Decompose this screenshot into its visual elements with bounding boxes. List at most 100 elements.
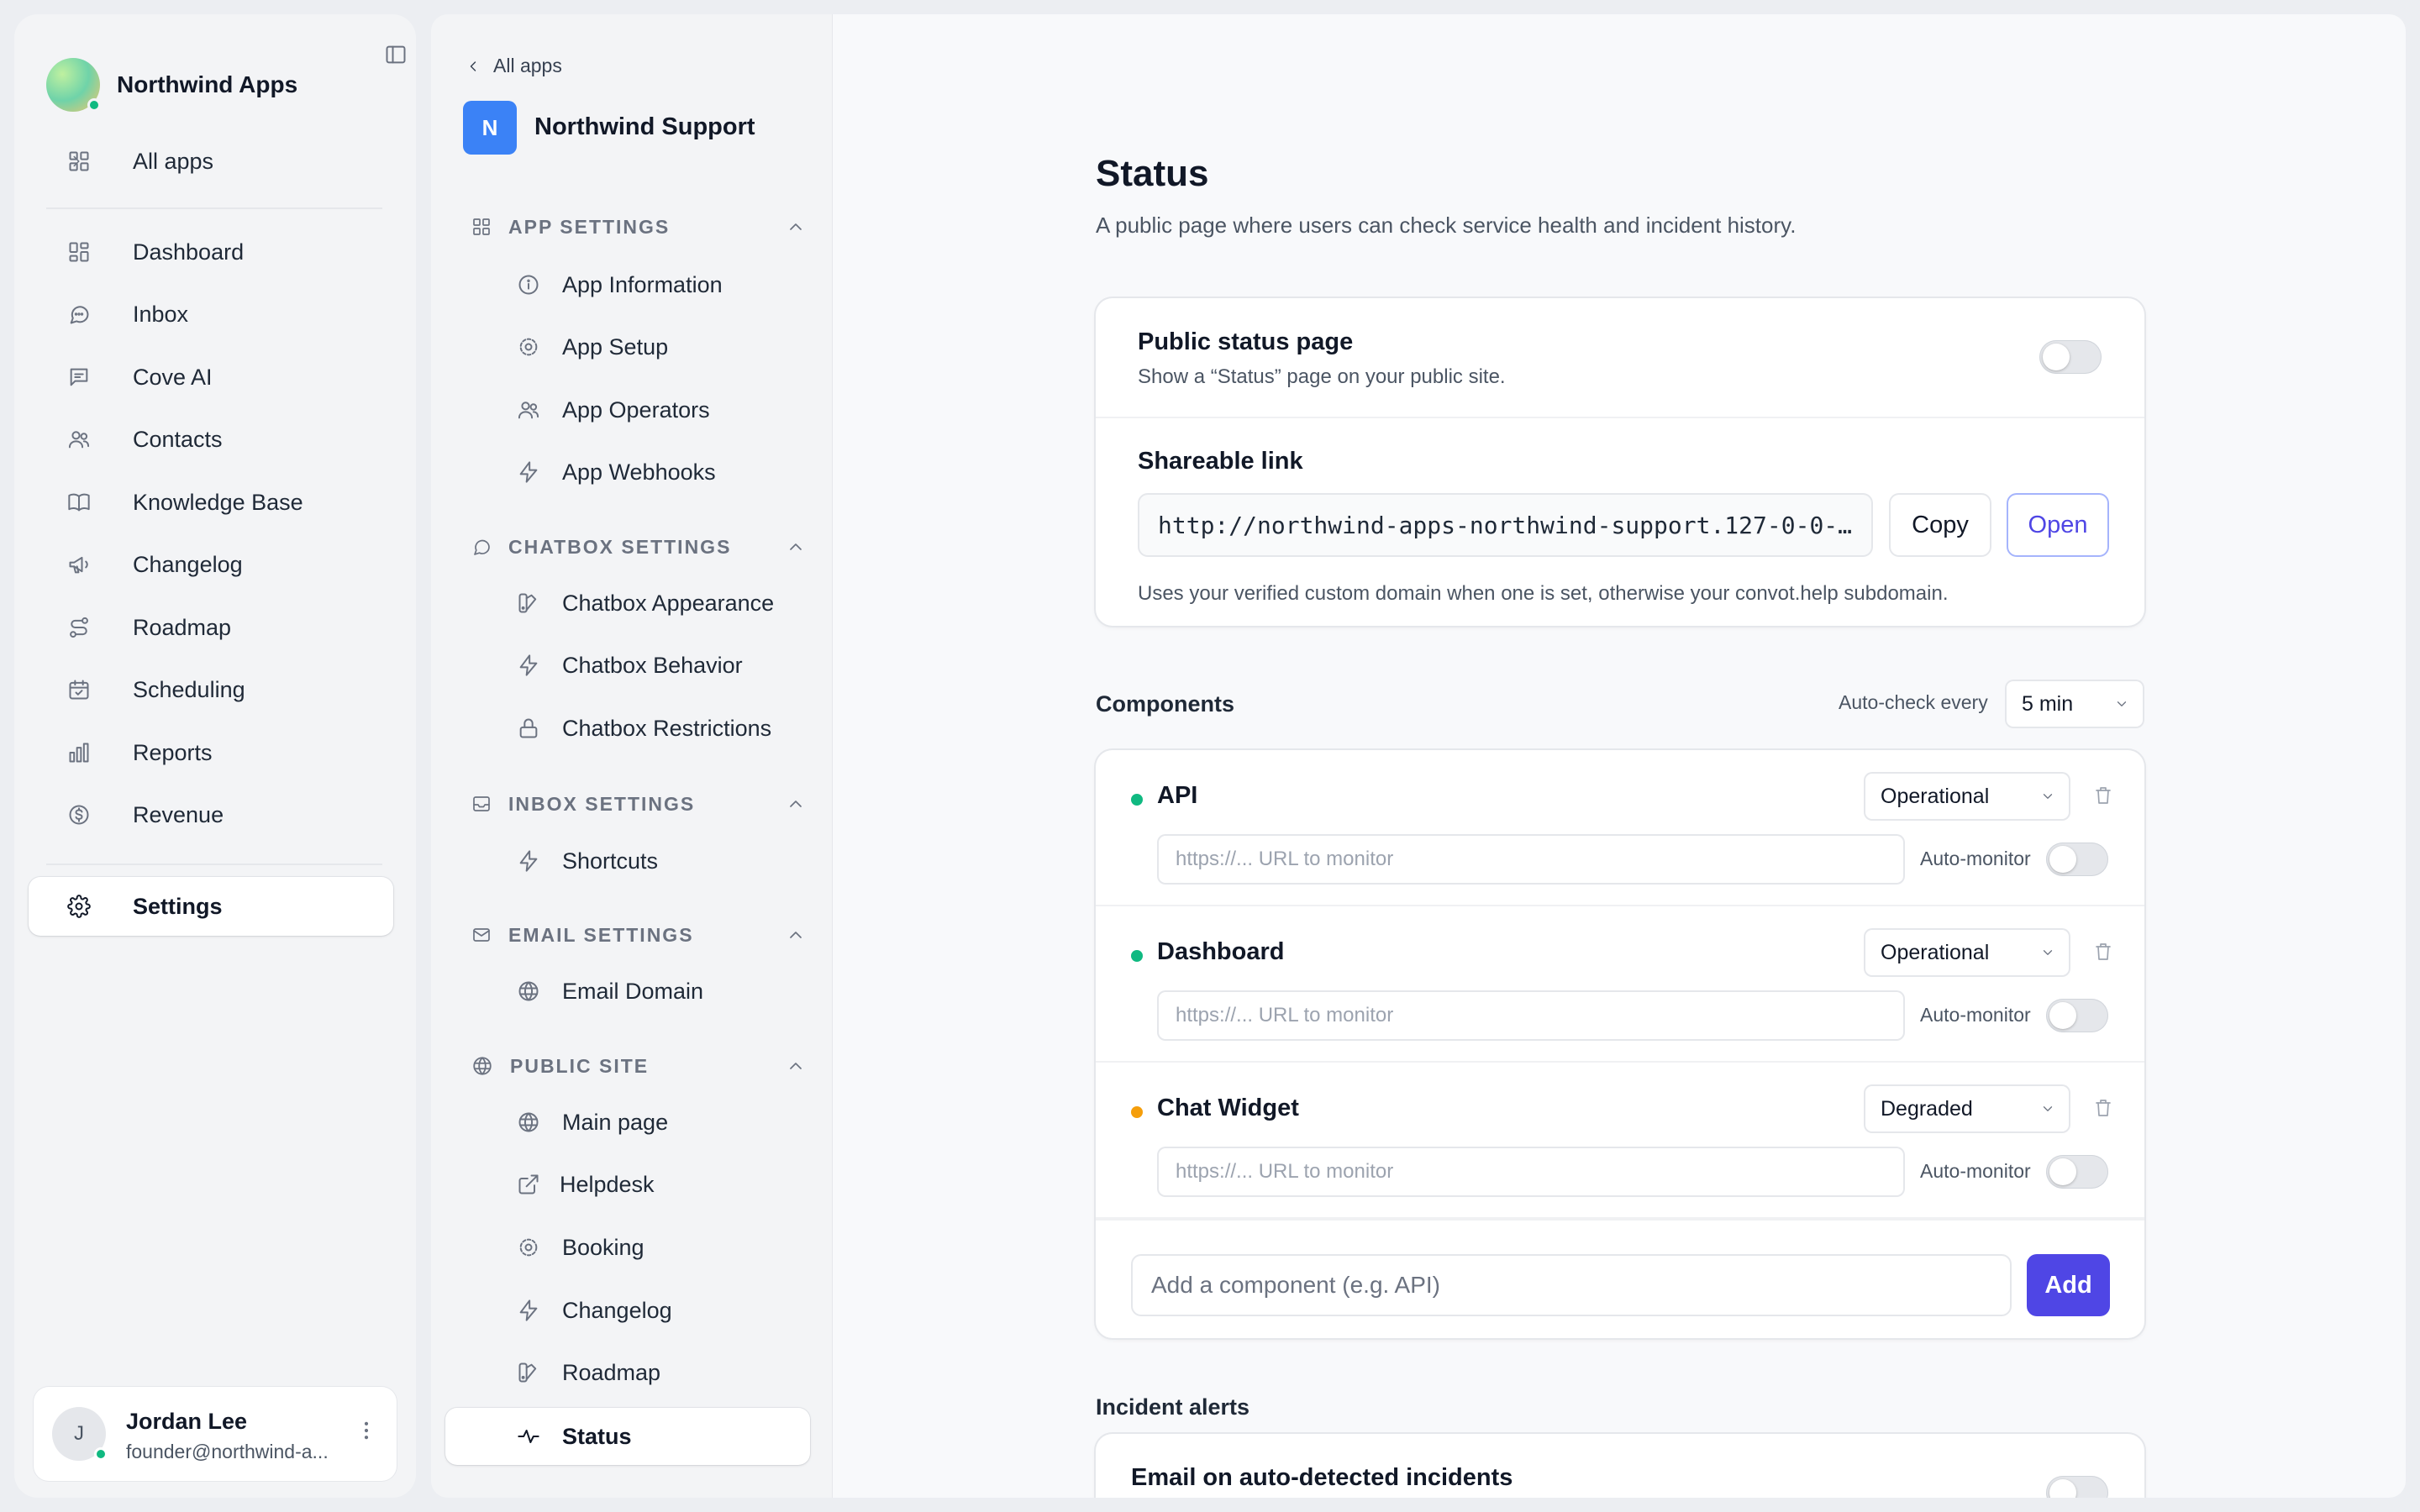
sidebar-item-all-apps[interactable]: All apps [29,132,393,191]
online-status-dot [87,98,101,112]
workspace-switcher[interactable]: Northwind Apps [46,45,399,125]
monitor-url-input[interactable]: https://... URL to monitor [1157,990,1905,1041]
open-link-button[interactable]: Open [2007,493,2109,557]
activity-icon [517,1425,540,1448]
add-component-button[interactable]: Add [2027,1254,2110,1316]
chat-bubble-icon [471,537,492,557]
trash-icon[interactable] [2093,785,2113,806]
component-status-value: Operational [1881,940,1990,964]
toggle-knob [2049,1158,2076,1185]
trash-icon[interactable] [2093,942,2113,962]
shareable-link-hint: Uses your verified custom domain when on… [1138,582,1949,605]
main-content: Status A public page where users can che… [833,14,2406,1498]
user-menu[interactable]: J Jordan Lee founder@northwind-a... [34,1387,397,1481]
sidebar-item-inbox[interactable]: Inbox [29,285,393,344]
sidebar-item-label: Contacts [133,426,223,452]
settings-item-shortcuts[interactable]: Shortcuts [445,832,810,890]
copy-link-button[interactable]: Copy [1889,493,1991,557]
sidebar-item-reports[interactable]: Reports [29,723,393,782]
sidebar-item-settings[interactable]: Settings [29,877,393,936]
settings-item-chatbox-behavior[interactable]: Chatbox Behavior [445,637,810,694]
settings-item-chatbox-restrictions[interactable]: Chatbox Restrictions [445,700,810,757]
settings-item-status[interactable]: Status [445,1408,810,1465]
globe-icon [517,1110,540,1134]
settings-item-app-operators[interactable]: App Operators [445,381,810,438]
more-vertical-icon[interactable] [355,1419,378,1442]
settings-item-label: Status [562,1423,632,1449]
email-incidents-toggle[interactable] [2046,1476,2108,1498]
component-status-select[interactable]: Degraded [1864,1084,2070,1133]
sidebar-item-scheduling[interactable]: Scheduling [29,660,393,719]
section-header-inbox-settings[interactable]: INBOX SETTINGS [471,787,806,821]
add-component-placeholder: Add a component (e.g. API) [1151,1272,1440,1298]
app-name: Northwind Support [534,113,755,140]
sidebar-item-label: Knowledge Base [133,489,303,515]
settings-item-helpdesk[interactable]: Helpdesk [445,1156,810,1213]
users-icon [517,398,540,422]
auto-monitor-label: Auto-monitor [1920,848,2031,869]
section-header-chatbox-settings[interactable]: CHATBOX SETTINGS [471,530,806,564]
settings-item-chatbox-appearance[interactable]: Chatbox Appearance [445,575,810,632]
settings-item-app-webhooks[interactable]: App Webhooks [445,444,810,501]
globe-icon [471,1055,493,1077]
section-title: EMAIL SETTINGS [508,923,694,946]
settings-item-label: Email Domain [562,978,704,1004]
sidebar-item-contacts[interactable]: Contacts [29,410,393,469]
auto-monitor-label: Auto-monitor [1920,1004,2031,1026]
section-header-email-settings[interactable]: EMAIL SETTINGS [471,918,806,952]
chevron-up-icon [786,537,806,557]
card-divider [1096,417,2144,418]
settings-item-app-information[interactable]: App Information [445,256,810,313]
component-status-select[interactable]: Operational [1864,928,2070,977]
shareable-link-field[interactable]: http://northwind-apps-northwind-support.… [1138,493,1873,557]
toggle-knob [2049,846,2076,873]
add-component-input[interactable]: Add a component (e.g. API) [1131,1254,2012,1316]
lightning-icon [517,654,540,677]
settings-item-label: Chatbox Restrictions [562,715,772,741]
sidebar-item-cove-ai[interactable]: Cove AI [29,348,393,407]
auto-monitor-toggle[interactable] [2046,1155,2108,1189]
settings-item-changelog[interactable]: Changelog [445,1282,810,1339]
sidebar-item-roadmap[interactable]: Roadmap [29,598,393,657]
avatar-initial: J [74,1422,84,1445]
component-row: Chat Widget Degraded https://... URL to … [1096,1063,2144,1219]
section-header-app-settings[interactable]: APP SETTINGS [471,210,806,244]
monitor-url-input[interactable]: https://... URL to monitor [1157,834,1905,885]
auto-monitor-toggle[interactable] [2046,843,2108,876]
monitor-url-placeholder: https://... URL to monitor [1176,1004,1394,1026]
shareable-link-url: http://northwind-apps-northwind-support.… [1158,511,1853,539]
sidebar-item-label: Reports [133,739,213,765]
settings-item-label: App Operators [562,396,710,423]
monitor-url-input[interactable]: https://... URL to monitor [1157,1147,1905,1197]
sidebar-toggle-icon[interactable] [384,43,408,66]
settings-item-email-domain[interactable]: Email Domain [445,963,810,1020]
section-header-public-site[interactable]: PUBLIC SITE [471,1049,806,1083]
sidebar-item-label: Inbox [133,301,189,327]
settings-item-main-page[interactable]: Main page [445,1094,810,1151]
sidebar-item-changelog[interactable]: Changelog [29,535,393,594]
external-link-icon [517,1173,540,1196]
public-status-toggle[interactable] [2039,340,2102,374]
component-row: Dashboard Operational https://... URL to… [1096,906,2144,1063]
autocheck-interval-select[interactable]: 5 min [2005,680,2144,728]
chevron-up-icon [786,794,806,814]
status-dot [1131,950,1143,962]
public-status-subtitle: Show a “Status” page on your public site… [1138,365,1506,388]
settings-item-app-setup[interactable]: App Setup [445,318,810,375]
auto-monitor-label: Auto-monitor [1920,1160,2031,1182]
section-title: PUBLIC SITE [510,1054,650,1077]
incident-alerts-title: Incident alerts [1096,1394,1250,1420]
monitor-url-placeholder: https://... URL to monitor [1176,848,1394,870]
auto-monitor-toggle[interactable] [2046,999,2108,1032]
settings-item-booking[interactable]: Booking [445,1219,810,1276]
component-name: Chat Widget [1157,1095,1299,1121]
back-to-all-apps-link[interactable]: All apps [465,55,562,77]
sidebar-item-dashboard[interactable]: Dashboard [29,223,393,281]
sidebar-item-knowledge-base[interactable]: Knowledge Base [29,473,393,532]
settings-item-roadmap[interactable]: Roadmap [445,1344,810,1401]
component-status-value: Operational [1881,784,1990,808]
sidebar-item-revenue[interactable]: Revenue [29,785,393,844]
sidebar-item-label: Revenue [133,801,224,827]
trash-icon[interactable] [2093,1098,2113,1118]
component-status-select[interactable]: Operational [1864,772,2070,821]
